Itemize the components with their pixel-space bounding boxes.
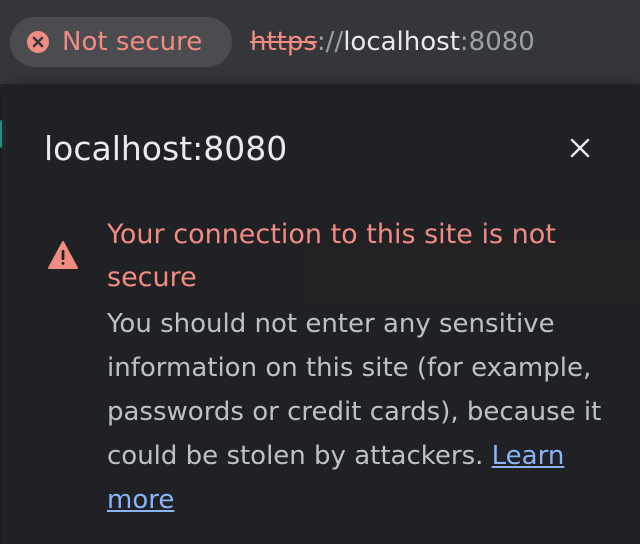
warning-heading: Your connection to this site is not secu… xyxy=(107,219,556,293)
security-chip-label: Not secure xyxy=(62,27,203,57)
error-circle-icon xyxy=(27,31,49,53)
browser-toolbar: Not secure https://localhost:8080 xyxy=(0,0,640,84)
url-scheme: https xyxy=(250,27,317,57)
url-port: :8080 xyxy=(459,27,535,57)
url-separator: :// xyxy=(316,27,344,57)
address-bar-url[interactable]: https://localhost:8080 xyxy=(250,25,535,59)
close-icon xyxy=(570,138,590,158)
popup-title: localhost:8080 xyxy=(44,129,288,168)
warning-body: You should not enter any sensitive infor… xyxy=(107,302,627,522)
close-button[interactable] xyxy=(556,128,604,168)
url-host: localhost xyxy=(343,27,460,57)
security-chip[interactable]: Not secure xyxy=(10,17,232,67)
warning-triangle-icon xyxy=(48,241,78,269)
